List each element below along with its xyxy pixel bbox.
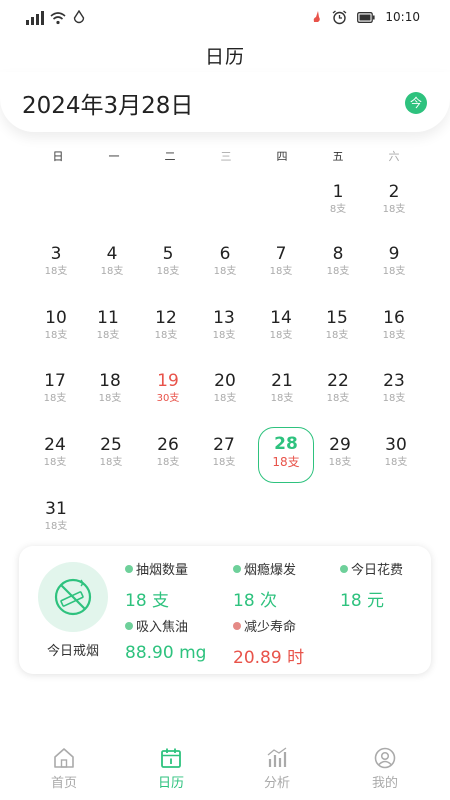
stat-value: 20.89 时	[233, 648, 305, 668]
stat-value: 18 支	[125, 591, 170, 611]
daily-stats-card: 今日戒烟 抽烟数量 18 支 烟瘾爆发 18 次 今日花费 18 元 吸入焦油 …	[19, 546, 431, 674]
calendar-day[interactable]: 12 18支	[139, 307, 193, 359]
nav-home[interactable]: 首页	[34, 746, 94, 791]
calendar-day[interactable]: 30 18支	[369, 434, 423, 486]
stat-value: 88.90 mg	[125, 643, 207, 663]
calendar-day[interactable]: 4 18支	[85, 243, 139, 295]
calendar-day[interactable]: 14 18支	[254, 307, 308, 359]
home-icon	[54, 748, 74, 768]
stat-dot	[125, 621, 133, 630]
calendar-day[interactable]: 17 18支	[28, 370, 82, 422]
stat-dot	[233, 564, 241, 573]
quit-smoking-badge[interactable]	[38, 562, 108, 632]
calendar-day[interactable]: 24 18支	[28, 434, 82, 486]
calendar-day[interactable]: 25 18支	[84, 434, 138, 486]
stat-value: 18 次	[233, 591, 278, 611]
calendar-day[interactable]: 29 18支	[313, 434, 367, 486]
stat-dot	[125, 564, 133, 573]
calendar-day[interactable]: 2 18支	[367, 181, 421, 233]
calendar-day[interactable]: 1 8支	[311, 181, 365, 233]
calendar-day[interactable]: 26 18支	[141, 434, 195, 486]
stat-cravings: 烟瘾爆发 18 次	[233, 563, 297, 611]
calendar-day-highlighted[interactable]: 19 30支	[141, 370, 195, 422]
calendar-day[interactable]: 23 18支	[367, 370, 421, 422]
calendar-day[interactable]: 27 18支	[197, 434, 251, 486]
stat-tar: 吸入焦油 88.90 mg	[125, 620, 207, 663]
calendar-day[interactable]: 18 18支	[83, 370, 137, 422]
stat-dot	[340, 564, 348, 573]
calendar-day[interactable]: 22 18支	[311, 370, 365, 422]
calendar-day[interactable]: 13 18支	[197, 307, 251, 359]
calendar-day[interactable]: 21 18支	[255, 370, 309, 422]
calendar-day[interactable]: 9 18支	[367, 243, 421, 295]
calendar-day-today[interactable]: 28 18支	[258, 427, 314, 483]
calendar-icon	[161, 748, 181, 768]
nav-mine[interactable]: 我的	[355, 746, 415, 791]
nav-calendar[interactable]: 日历	[141, 746, 201, 791]
stat-value: 18 元	[340, 591, 385, 611]
calendar-day[interactable]: 3 18支	[29, 243, 83, 295]
nav-analysis[interactable]: 分析	[247, 746, 307, 791]
calendar-grid: 1 8支 2 18支 3 18支 4 18支 5 18支 6 18支 7 18支 8 18支 9…	[0, 0, 450, 540]
calendar-day[interactable]: 11 18支	[81, 307, 135, 359]
stat-dot	[233, 621, 241, 630]
calendar-day[interactable]: 10 18支	[29, 307, 83, 359]
bottom-nav: 首页 日历 分析 我的	[0, 736, 450, 800]
no-smoking-icon	[54, 578, 92, 616]
calendar-day[interactable]: 20 18支	[198, 370, 252, 422]
quit-smoking-label: 今日戒烟	[46, 644, 99, 659]
calendar-day[interactable]: 8 18支	[311, 243, 365, 295]
calendar-day[interactable]: 31 18支	[29, 498, 83, 550]
calendar-day[interactable]: 7 18支	[254, 243, 308, 295]
chart-icon	[267, 747, 287, 767]
stat-cigarettes: 抽烟数量 18 支	[125, 563, 189, 611]
stat-cost: 今日花费 18 元	[340, 563, 404, 611]
profile-icon	[374, 747, 396, 769]
calendar-day[interactable]: 16 18支	[367, 307, 421, 359]
calendar-day[interactable]: 15 18支	[310, 307, 364, 359]
calendar-day[interactable]: 5 18支	[141, 243, 195, 295]
stat-life-lost: 减少寿命 20.89 时	[233, 620, 305, 668]
calendar-day[interactable]: 6 18支	[198, 243, 252, 295]
